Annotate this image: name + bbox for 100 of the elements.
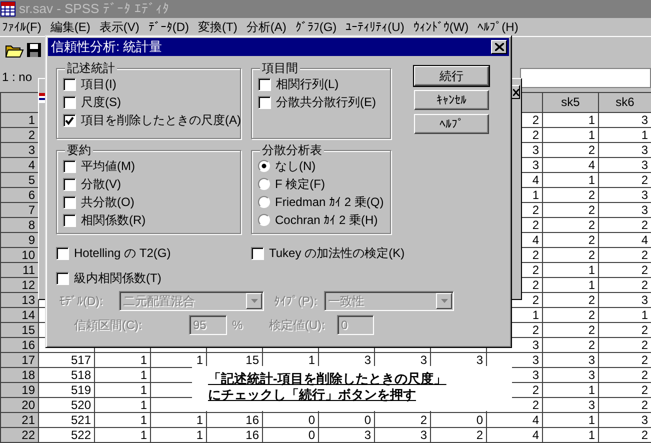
- table-cell: 3: [598, 112, 651, 128]
- menu-item[interactable]: ﾕｰﾃｨﾘﾃｨ(U): [344, 20, 412, 34]
- row-number[interactable]: 7: [0, 202, 38, 218]
- radio-button[interactable]: [258, 196, 270, 208]
- table-cell: 2: [598, 218, 651, 232]
- checkbox-label: 平均値(M): [81, 158, 135, 174]
- row-number[interactable]: 2: [0, 128, 38, 142]
- table-cell: 3: [598, 202, 651, 218]
- unit-label: %: [232, 318, 244, 332]
- table-cell: 2: [542, 142, 598, 158]
- table-cell: 3: [598, 158, 651, 172]
- table-cell: 3: [598, 292, 651, 308]
- cell-value-field[interactable]: [520, 68, 651, 88]
- table-cell: 3: [318, 428, 374, 442]
- row-number[interactable]: 15: [0, 322, 38, 338]
- checkbox-label: 分散(V): [81, 176, 121, 192]
- table-cell: 2: [598, 322, 651, 338]
- row-number[interactable]: 16: [0, 338, 38, 352]
- row-number[interactable]: 19: [0, 382, 38, 398]
- checkbox[interactable]: [258, 78, 271, 90]
- table-cell: 2: [598, 398, 651, 412]
- table-cell: 2: [542, 322, 598, 338]
- row-number[interactable]: 11: [0, 262, 38, 278]
- close-button[interactable]: [491, 40, 507, 54]
- group-title: 項目間: [260, 61, 300, 75]
- table-cell: 1: [94, 428, 150, 442]
- row-number[interactable]: 9: [0, 232, 38, 248]
- row-number[interactable]: 12: [0, 278, 38, 292]
- checkbox[interactable]: [63, 78, 76, 90]
- menu-item[interactable]: ﾍﾙﾌﾟ(H): [476, 20, 526, 34]
- table-cell: 16: [206, 428, 262, 442]
- radio-button[interactable]: [258, 214, 270, 226]
- radio-button[interactable]: [258, 160, 270, 172]
- row-number[interactable]: 20: [0, 398, 38, 412]
- menu-item[interactable]: 表示(V): [97, 20, 146, 34]
- checkbox[interactable]: [63, 96, 76, 108]
- field-label: ﾓﾃﾞﾙ(D):: [59, 294, 104, 308]
- row-number[interactable]: 6: [0, 188, 38, 202]
- menu-item[interactable]: 変換(T): [196, 20, 244, 34]
- checkbox[interactable]: [56, 246, 69, 260]
- row-number[interactable]: 5: [0, 172, 38, 188]
- row-number[interactable]: 3: [0, 142, 38, 158]
- table-cell: 3: [598, 188, 651, 202]
- menu-item[interactable]: 分析(A): [244, 20, 294, 34]
- table-cell: 1: [542, 128, 598, 142]
- menu-item[interactable]: ﾃﾞｰﾀ(D): [146, 20, 196, 34]
- checkbox-label: Tukey の加法性の検定(K): [269, 246, 405, 260]
- table-cell: 0: [430, 412, 486, 428]
- table-cell: 1: [542, 382, 598, 398]
- row-number[interactable]: 22: [0, 428, 38, 442]
- dialog-button[interactable]: ﾍﾙﾌﾟ: [414, 114, 489, 134]
- table-cell: 2: [542, 338, 598, 352]
- table-cell: 2: [598, 248, 651, 262]
- checkbox-label: Hotelling の T2(G): [74, 246, 171, 260]
- checkbox[interactable]: [56, 272, 69, 284]
- checkbox[interactable]: [63, 114, 76, 126]
- checkbox-label: 項目(I): [81, 76, 116, 92]
- save-icon[interactable]: [26, 42, 42, 58]
- checkbox-label: 級内相関係数(T): [74, 270, 162, 286]
- column-header[interactable]: sk5: [542, 92, 598, 112]
- column-header[interactable]: sk6: [598, 92, 651, 112]
- row-number[interactable]: 8: [0, 218, 38, 232]
- table-cell: 1: [94, 412, 150, 428]
- window-title: sr.sav - SPSS ﾃﾞｰﾀ ｴﾃﾞｨﾀ: [19, 1, 170, 17]
- menu-item[interactable]: 編集(E): [48, 20, 98, 34]
- checkbox[interactable]: [63, 178, 76, 190]
- row-number[interactable]: 4: [0, 158, 38, 172]
- table-cell: 2: [598, 338, 651, 352]
- row-number[interactable]: 13: [0, 292, 38, 308]
- instruction-text: にチェックし「続行」ボタンを押す: [208, 387, 417, 403]
- menu-item[interactable]: ｸﾞﾗﾌ(G): [293, 20, 344, 34]
- table-cell: 3: [542, 398, 598, 412]
- row-number[interactable]: 21: [0, 412, 38, 428]
- row-number[interactable]: 17: [0, 352, 38, 368]
- radio-button[interactable]: [258, 178, 270, 190]
- checkbox[interactable]: [63, 160, 76, 172]
- table-cell: 4: [598, 232, 651, 248]
- row-number[interactable]: 10: [0, 248, 38, 262]
- field-label: ﾀｲﾌﾟ(P):: [274, 294, 318, 308]
- dialog-button[interactable]: 続行: [414, 66, 489, 86]
- table-cell: 16: [206, 412, 262, 428]
- radio-label: Friedman ｶｲ 2 乗(Q): [275, 194, 384, 210]
- table-cell: 2: [374, 412, 430, 428]
- table-cell: 2: [598, 368, 651, 382]
- dialog-button[interactable]: ｷｬﾝｾﾙ: [414, 90, 489, 110]
- row-number[interactable]: 18: [0, 368, 38, 382]
- checkbox[interactable]: [63, 196, 76, 208]
- menu-item[interactable]: ｳｨﾝﾄﾞｳ(W): [411, 20, 476, 34]
- row-number[interactable]: 14: [0, 308, 38, 322]
- checkbox[interactable]: [258, 96, 271, 108]
- table-cell: 1: [542, 262, 598, 278]
- field-label: 検定値(U):: [269, 318, 326, 332]
- table-cell: 0: [262, 412, 318, 428]
- menu-item[interactable]: ﾌｧｲﾙ(F): [0, 20, 48, 34]
- checkbox-label: 尺度(S): [81, 94, 121, 110]
- checkbox[interactable]: [251, 246, 264, 260]
- table-cell: 2: [598, 428, 651, 442]
- row-number[interactable]: 1: [0, 112, 38, 128]
- checkbox[interactable]: [63, 214, 76, 226]
- table-cell: 1: [94, 398, 150, 412]
